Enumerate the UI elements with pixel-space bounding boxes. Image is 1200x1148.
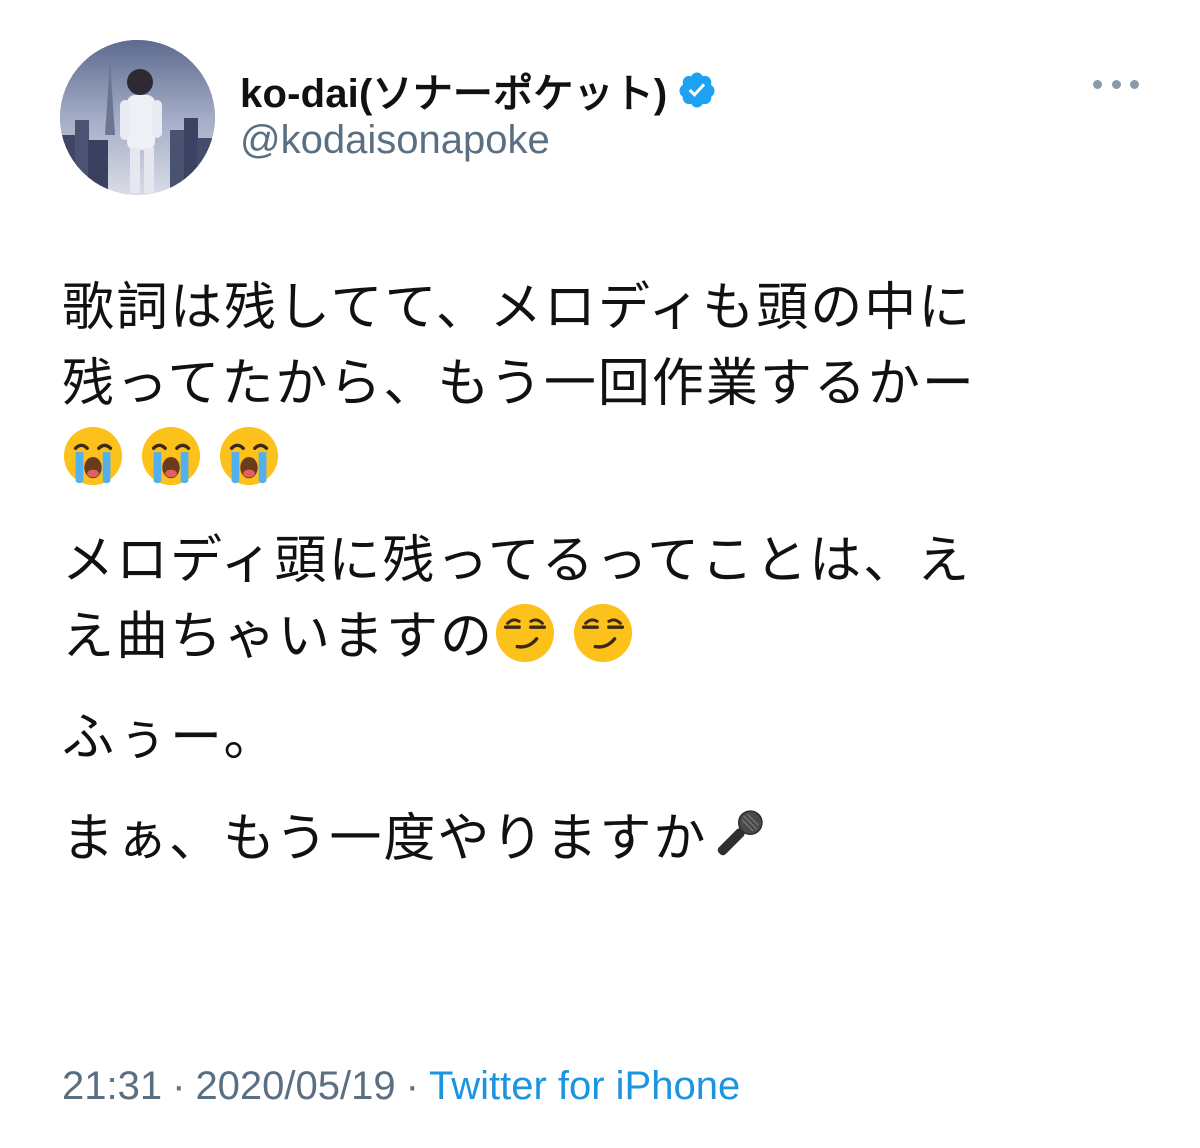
tweet-meta: 21:31 · 2020/05/19 · Twitter for iPhone bbox=[62, 1064, 740, 1109]
separator: · bbox=[405, 1064, 419, 1108]
tweet-paragraph: ふぅー。 bbox=[62, 700, 1142, 776]
loudly-crying-face-icon bbox=[62, 425, 124, 487]
microphone-icon bbox=[707, 804, 769, 866]
text-line: メロディ頭に残ってるってことは、え bbox=[62, 531, 972, 591]
tweet-card: ko-dai(ソナーポケット) @kodaisonapoke 歌詞は残してて、メ… bbox=[0, 0, 1200, 1148]
text-line-with-emoji: まぁ、もう一度やりますか bbox=[62, 801, 1142, 877]
text-line: え曲ちゃいますの bbox=[62, 607, 495, 667]
dot bbox=[1093, 79, 1102, 89]
profile-photo-icon bbox=[60, 40, 215, 195]
author-handle[interactable]: @kodaisonapoke bbox=[240, 118, 550, 163]
dot bbox=[1111, 79, 1121, 89]
text-line: 歌詞は残してて、メロディも頭の中に bbox=[62, 278, 973, 338]
text-line: 残ってたから、もう一回作業するかー bbox=[62, 354, 976, 414]
tweet-paragraph: メロディ頭に残ってるってことは、え え曲ちゃいますの bbox=[62, 523, 1142, 675]
tweet-time[interactable]: 21:31 bbox=[62, 1064, 162, 1108]
tweet-source-link[interactable]: Twitter for iPhone bbox=[429, 1064, 740, 1108]
tweet-date[interactable]: 2020/05/19 bbox=[195, 1064, 395, 1108]
display-name[interactable]: ko-dai(ソナーポケット) bbox=[240, 61, 667, 119]
text-line-with-emoji: え曲ちゃいますの bbox=[62, 599, 1142, 675]
more-options-icon[interactable] bbox=[1093, 75, 1139, 93]
smirking-face-icon bbox=[494, 602, 556, 664]
smirking-face-icon bbox=[572, 602, 634, 664]
text-line: まぁ、もう一度やりますか bbox=[62, 809, 708, 869]
tweet-paragraph: 歌詞は残してて、メロディも頭の中に 残ってたから、もう一回作業するかー bbox=[62, 270, 1142, 498]
emoji-line bbox=[62, 422, 1142, 498]
verified-badge-icon bbox=[677, 70, 717, 110]
tweet-paragraph: まぁ、もう一度やりますか bbox=[62, 801, 1142, 877]
dot bbox=[1130, 79, 1139, 89]
loudly-crying-face-icon bbox=[218, 425, 280, 487]
text-line: ふぅー。 bbox=[62, 708, 278, 768]
separator: · bbox=[172, 1064, 186, 1108]
loudly-crying-face-icon bbox=[140, 425, 202, 487]
avatar[interactable] bbox=[60, 40, 215, 195]
tweet-text: 歌詞は残してて、メロディも頭の中に 残ってたから、もう一回作業するかー メロディ… bbox=[62, 270, 1142, 902]
author-name-row: ko-dai(ソナーポケット) bbox=[240, 60, 717, 120]
